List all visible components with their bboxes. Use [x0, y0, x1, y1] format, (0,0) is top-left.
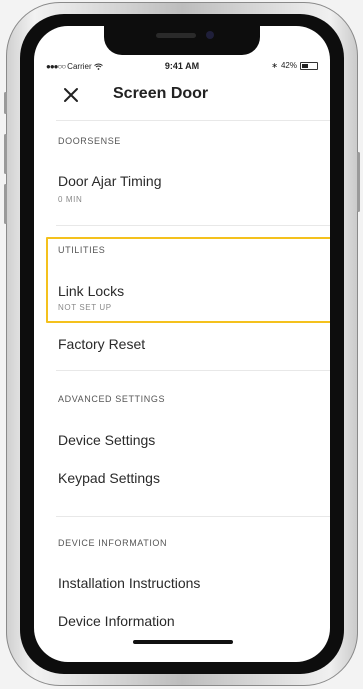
status-battery: ∗ 42% — [271, 61, 318, 70]
phone-side-button — [4, 184, 7, 224]
status-bar: ●●●○○ Carrier 9:41 AM ∗ 42% — [34, 60, 330, 74]
device-settings-item[interactable]: Device Settings — [58, 432, 155, 448]
phone-notch — [104, 26, 260, 55]
section-divider — [56, 370, 330, 371]
battery-percent: 42% — [280, 61, 297, 70]
section-label-doorsense: DOORSENSE — [58, 136, 121, 146]
section-label-advanced-settings: ADVANCED SETTINGS — [58, 394, 166, 404]
battery-level — [302, 63, 308, 68]
highlight-box — [46, 237, 330, 323]
door-ajar-timing-value: 0 MIN — [58, 195, 83, 204]
app-screen: ●●●○○ Carrier 9:41 AM ∗ 42% Screen Door … — [34, 26, 330, 662]
installation-instructions-item[interactable]: Installation Instructions — [58, 575, 200, 591]
phone-side-button — [4, 92, 7, 114]
section-divider — [56, 516, 330, 517]
door-ajar-timing-item[interactable]: Door Ajar Timing — [58, 173, 161, 189]
section-divider — [56, 225, 330, 226]
camera — [206, 31, 214, 39]
phone-side-button — [357, 152, 360, 212]
section-label-device-information: DEVICE INFORMATION — [58, 538, 168, 548]
bluetooth-icon: ∗ — [271, 61, 278, 70]
nav-header: Screen Door — [34, 82, 330, 112]
phone-frame: ●●●○○ Carrier 9:41 AM ∗ 42% Screen Door … — [4, 2, 360, 686]
battery-icon — [300, 61, 318, 70]
page-title: Screen Door — [113, 85, 209, 102]
factory-reset-item[interactable]: Factory Reset — [58, 336, 145, 352]
keypad-settings-item[interactable]: Keypad Settings — [58, 470, 160, 486]
device-information-item[interactable]: Device Information — [58, 613, 175, 629]
header-divider — [56, 120, 330, 121]
speaker — [156, 33, 196, 38]
home-indicator[interactable] — [133, 640, 233, 644]
close-icon[interactable] — [62, 86, 80, 104]
phone-side-button — [4, 134, 7, 174]
